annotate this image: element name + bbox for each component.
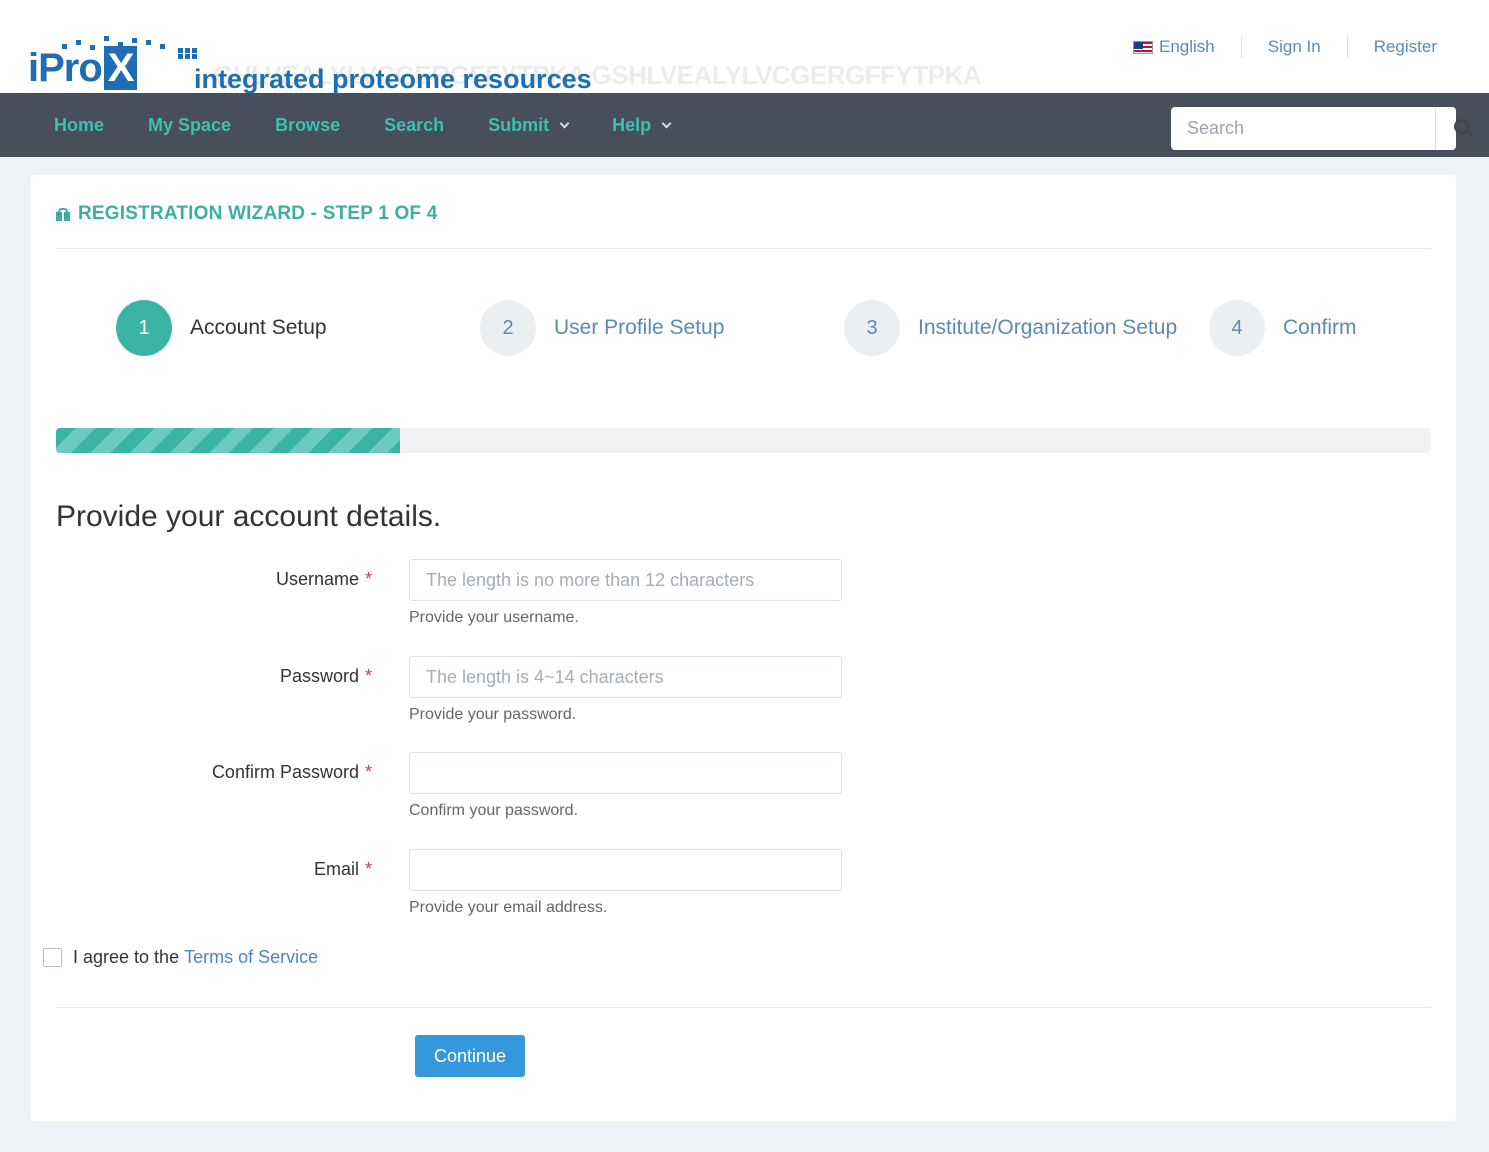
nav-home-label: Home [54,114,105,135]
nav-submit[interactable]: Submit [466,115,590,136]
language-label: English [1158,37,1215,56]
password-input[interactable] [409,656,842,698]
nav-submit-label: Submit [488,114,550,135]
form-heading: Provide your account details. [56,500,442,533]
step-institute-setup[interactable]: 3 Institute/Organization Setup [844,300,1177,356]
email-input[interactable] [409,849,842,891]
step-label: User Profile Setup [554,316,725,339]
step-user-profile-setup[interactable]: 2 User Profile Setup [480,300,724,356]
top-links: English Sign In Register [1132,34,1437,60]
nav-search-input[interactable] [1171,107,1435,150]
register-link[interactable]: Register [1346,36,1437,58]
nav-menu: Home My Space Browse Search Submit Help [32,93,692,157]
username-label-text: Username [275,569,359,589]
step-number: 2 [480,300,536,356]
search-button[interactable] [1435,107,1474,150]
logo-wordmark: iPro X [28,46,138,91]
step-confirm[interactable]: 4 Confirm [1209,300,1357,356]
nav-search-label: Search [384,114,445,135]
chevron-down-icon [661,118,672,128]
form-footer-divider [56,1007,1431,1008]
wizard-title: REGISTRATION WIZARD - STEP 1 OF 4 [56,203,438,225]
password-label: Password * [280,666,372,687]
nav-search-box [1171,107,1474,150]
username-help: Provide your username. [409,609,579,626]
username-label: Username * [276,569,372,590]
logo-tagline: integrated proteome resources [194,64,592,94]
progress-fill [56,428,400,453]
step-number: 4 [1209,300,1265,356]
logo-mark-text: iPro [28,46,103,90]
step-number: 1 [116,300,172,356]
step-label: Confirm [1283,316,1357,339]
wizard-progress-bar [56,428,1431,453]
required-mark: * [364,859,372,879]
continue-button[interactable]: Continue [415,1035,525,1077]
nav-my-space-label: My Space [148,114,232,135]
step-label: Institute/Organization Setup [918,316,1178,339]
language-selector[interactable]: English [1132,36,1241,58]
registration-card: REGISTRATION WIZARD - STEP 1 OF 4 1 Acco… [31,175,1456,1121]
step-label: Account Setup [190,316,327,339]
sign-in-link[interactable]: Sign In [1240,36,1347,58]
confirm-password-help: Confirm your password. [409,802,578,819]
title-divider [56,248,1431,249]
nav-browse-label: Browse [275,114,341,135]
wizard-title-text: REGISTRATION WIZARD - STEP 1 OF 4 [78,203,438,224]
required-mark: * [364,569,372,589]
nav-browse[interactable]: Browse [253,115,362,136]
terms-agreement: I agree to the Terms of Service [43,947,318,968]
terms-checkbox[interactable] [43,948,62,967]
iprox-logo[interactable]: GHLVEALYLVCGERGFFYTPKA GSHLVEALYLVCGERGF… [28,36,982,94]
username-input[interactable] [409,559,842,601]
nav-help-label: Help [612,114,652,135]
step-account-setup[interactable]: 1 Account Setup [116,300,327,356]
us-flag-icon [1132,40,1153,54]
terms-of-service-link[interactable]: Terms of Service [184,947,318,968]
password-label-text: Password [279,666,359,686]
step-number: 3 [844,300,900,356]
chevron-down-icon [559,118,570,128]
nav-home[interactable]: Home [32,115,126,136]
password-help: Provide your password. [409,706,577,723]
top-header: GHLVEALYLVCGERGFFYTPKA GSHLVEALYLVCGERGF… [0,0,1489,94]
nav-help[interactable]: Help [590,115,692,136]
email-help: Provide your email address. [409,899,608,916]
confirm-password-label: Confirm Password * [212,762,372,783]
logo-x-block: X [103,46,138,90]
gift-icon [56,207,70,221]
nav-my-space[interactable]: My Space [126,115,253,136]
email-label-text: Email [313,859,359,879]
email-label: Email * [314,859,372,880]
confirm-password-input[interactable] [409,752,842,794]
required-mark: * [364,762,372,782]
nav-search[interactable]: Search [362,115,466,136]
required-mark: * [364,666,372,686]
wizard-steps: 1 Account Setup 2 User Profile Setup 3 I… [116,300,1436,356]
agree-text: I agree to the [73,947,180,967]
confirm-password-label-text: Confirm Password [211,762,359,782]
